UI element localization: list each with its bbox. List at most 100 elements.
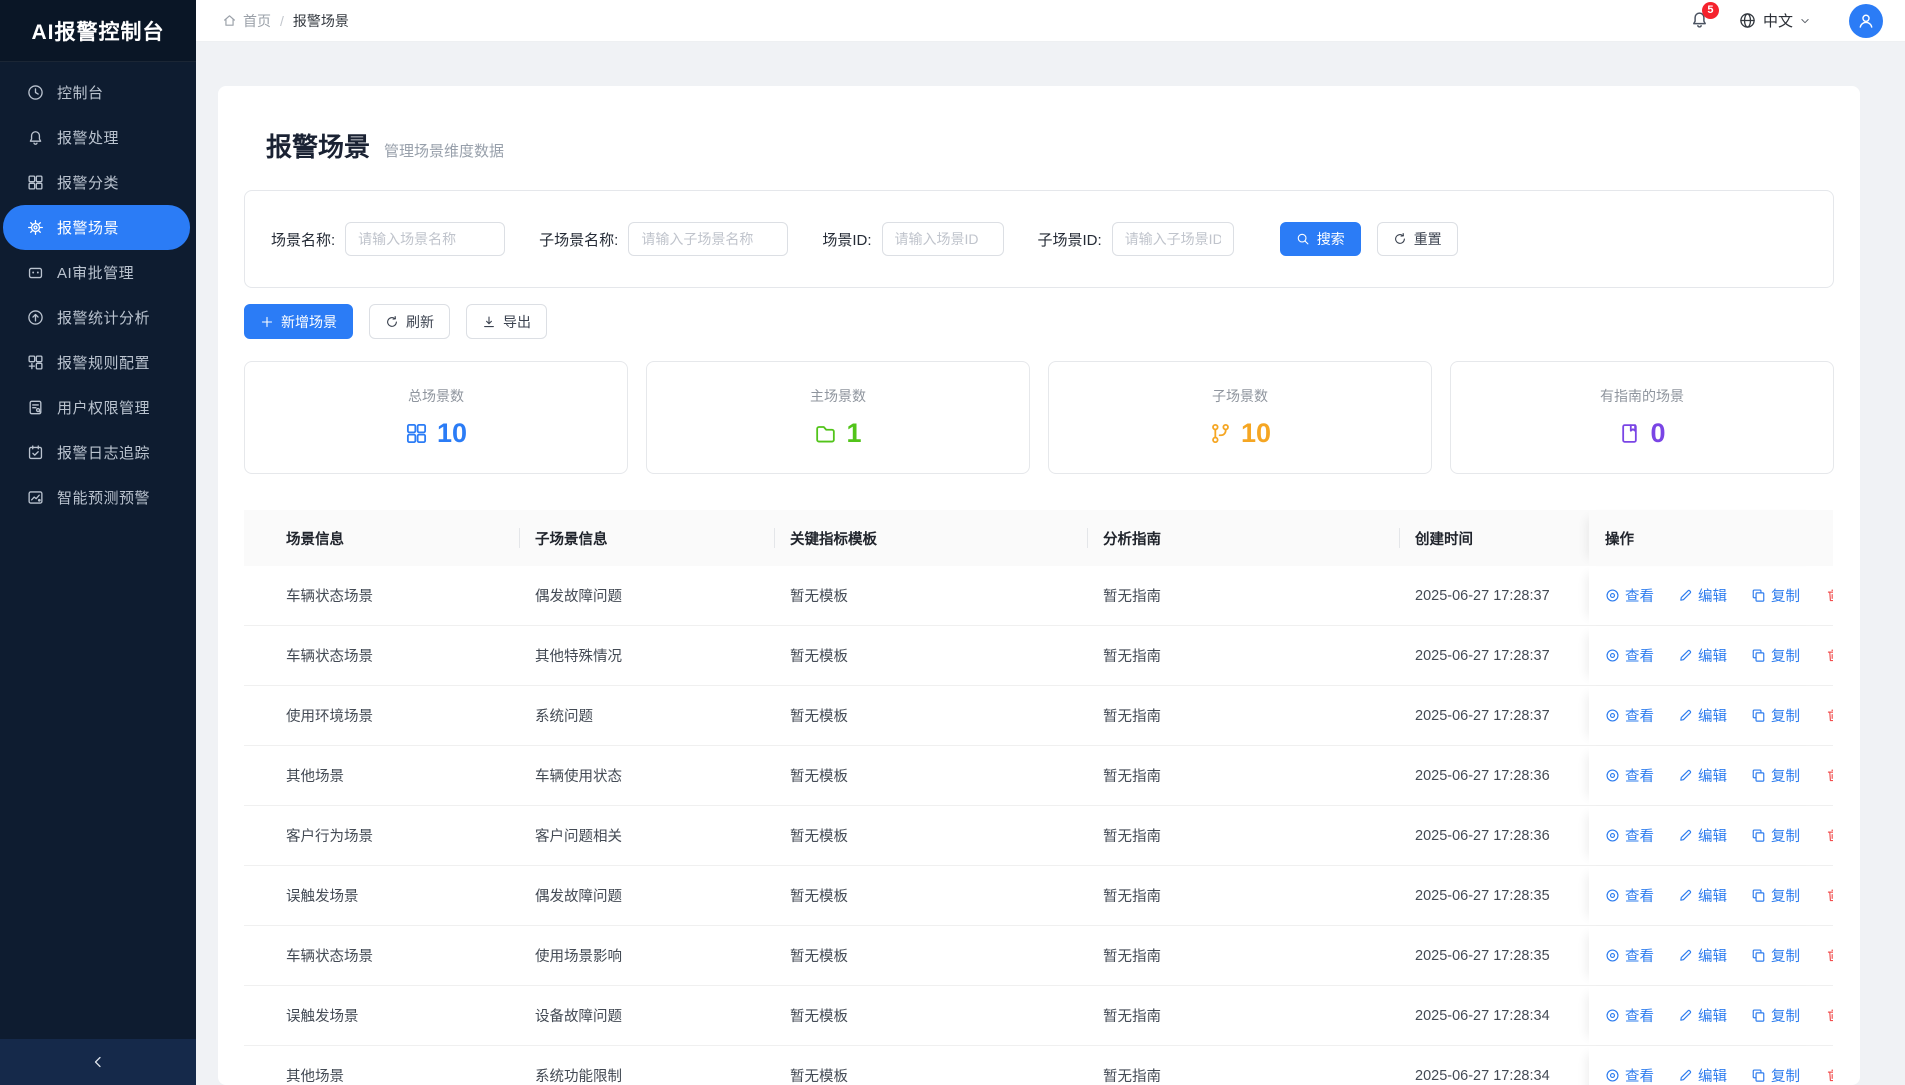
edit-button[interactable]: 编辑 [1678,585,1727,606]
globe-icon [1739,12,1756,29]
sidebar-item-alarm-rules[interactable]: 报警规则配置 [0,340,196,385]
view-button[interactable]: 查看 [1605,585,1654,606]
edit-button[interactable]: 编辑 [1678,1065,1727,1085]
delete-button[interactable]: 删除 [1826,585,1833,606]
calendar-check-icon [27,444,44,461]
view-label: 查看 [1625,825,1654,846]
copy-button[interactable]: 复制 [1751,945,1800,966]
edit-button[interactable]: 编辑 [1678,645,1727,666]
column-header-5: 创建时间 [1399,510,1589,566]
delete-button[interactable]: 删除 [1826,765,1833,786]
sidebar-item-ai-approval[interactable]: AI审批管理 [0,250,196,295]
template-cell: 暂无模板 [774,1046,1087,1085]
download-icon [482,315,496,329]
sidebar-item-alarm-handling[interactable]: 报警处理 [0,115,196,160]
filter-sub-scene-id: 子场景ID: [1038,222,1234,256]
view-button[interactable]: 查看 [1605,1005,1654,1026]
edit-button[interactable]: 编辑 [1678,705,1727,726]
view-label: 查看 [1625,1065,1654,1085]
copy-button[interactable]: 复制 [1751,645,1800,666]
table-row: 使用环境场景系统问题暂无模板暂无指南2025-06-27 17:28:37查看编… [244,686,1833,746]
eye-icon [1605,648,1620,663]
stat-value: 1 [846,418,861,449]
edit-button[interactable]: 编辑 [1678,765,1727,786]
export-button[interactable]: 导出 [466,304,547,339]
view-button[interactable]: 查看 [1605,1065,1654,1085]
sidebar-collapse-button[interactable] [0,1039,196,1085]
home-icon[interactable] [222,13,237,28]
sidebar-item-alarm-scene[interactable]: 报警场景 [3,205,190,250]
copy-button[interactable]: 复制 [1751,1005,1800,1026]
sidebar-item-label: 控制台 [57,82,104,103]
created-cell: 2025-06-27 17:28:35 [1399,926,1589,985]
sub-scene-cell: 系统功能限制 [519,1046,774,1085]
template-cell: 暂无模板 [774,686,1087,745]
sub-scene-cell: 偶发故障问题 [519,866,774,925]
table-row: 车辆状态场景其他特殊情况暂无模板暂无指南2025-06-27 17:28:37查… [244,626,1833,686]
edit-button[interactable]: 编辑 [1678,1005,1727,1026]
stat-card-sub-scenes: 子场景数10 [1048,361,1432,474]
copy-label: 复制 [1771,1065,1800,1085]
copy-icon [1751,708,1766,723]
search-button[interactable]: 搜索 [1280,222,1361,256]
sidebar-item-label: 智能预测预警 [57,487,150,508]
copy-label: 复制 [1771,645,1800,666]
edit-button[interactable]: 编辑 [1678,885,1727,906]
sidebar-item-alarm-logs[interactable]: 报警日志追踪 [0,430,196,475]
refresh-icon [385,315,399,329]
sidebar-item-dashboard[interactable]: 控制台 [0,70,196,115]
refresh-button[interactable]: 刷新 [369,304,450,339]
scene-cell: 车辆状态场景 [244,926,519,985]
filter-scene-id-input[interactable] [882,222,1004,256]
sidebar-item-alarm-statistics[interactable]: 报警统计分析 [0,295,196,340]
sidebar-item-label: 报警统计分析 [57,307,150,328]
sidebar-item-label: 报警规则配置 [57,352,150,373]
delete-button[interactable]: 删除 [1826,945,1833,966]
copy-button[interactable]: 复制 [1751,825,1800,846]
view-button[interactable]: 查看 [1605,885,1654,906]
copy-button[interactable]: 复制 [1751,585,1800,606]
delete-button[interactable]: 删除 [1826,645,1833,666]
edit-button[interactable]: 编辑 [1678,825,1727,846]
view-button[interactable]: 查看 [1605,945,1654,966]
column-header-1: 场景信息 [244,510,519,566]
column-header-6: 操作 [1589,510,1833,566]
view-button[interactable]: 查看 [1605,705,1654,726]
filter-panel: 场景名称:子场景名称:场景ID:子场景ID: 搜索 重置 [244,190,1834,288]
scene-cell: 误触发场景 [244,866,519,925]
sidebar-item-label: 用户权限管理 [57,397,150,418]
sidebar-item-user-permissions[interactable]: 用户权限管理 [0,385,196,430]
language-selector[interactable]: 中文 [1739,10,1811,31]
filter-sub-scene-id-input[interactable] [1112,222,1234,256]
copy-button[interactable]: 复制 [1751,1065,1800,1085]
breadcrumb-home[interactable]: 首页 [243,11,271,31]
scenes-table: 场景信息子场景信息关键指标模板分析指南创建时间操作 车辆状态场景偶发故障问题暂无… [244,510,1833,1085]
reset-button[interactable]: 重置 [1377,222,1458,256]
page-title: 报警场景 [266,130,370,164]
view-button[interactable]: 查看 [1605,645,1654,666]
copy-button[interactable]: 复制 [1751,705,1800,726]
sidebar-item-smart-prediction[interactable]: 智能预测预警 [0,475,196,520]
delete-button[interactable]: 删除 [1826,1005,1833,1026]
add-scene-button[interactable]: 新增场景 [244,304,353,339]
breadcrumb: 首页 / 报警场景 [222,11,349,31]
delete-button[interactable]: 删除 [1826,1065,1833,1085]
copy-button[interactable]: 复制 [1751,765,1800,786]
delete-button[interactable]: 删除 [1826,885,1833,906]
delete-button[interactable]: 删除 [1826,825,1833,846]
edit-button[interactable]: 编辑 [1678,945,1727,966]
filter-scene-name-input[interactable] [345,222,505,256]
notification-button[interactable]: 5 [1690,10,1709,32]
trash-icon [1826,708,1833,723]
view-button[interactable]: 查看 [1605,825,1654,846]
view-button[interactable]: 查看 [1605,765,1654,786]
filter-sub-scene-name-input[interactable] [628,222,788,256]
copy-button[interactable]: 复制 [1751,885,1800,906]
stat-card-guided-scenes: 有指南的场景0 [1450,361,1834,474]
guide-cell: 暂无指南 [1087,1046,1399,1085]
filter-scene-id-label: 场景ID: [822,229,871,250]
delete-button[interactable]: 删除 [1826,705,1833,726]
avatar[interactable] [1849,4,1883,38]
table-header: 场景信息子场景信息关键指标模板分析指南创建时间操作 [244,510,1833,566]
sidebar-item-alarm-category[interactable]: 报警分类 [0,160,196,205]
